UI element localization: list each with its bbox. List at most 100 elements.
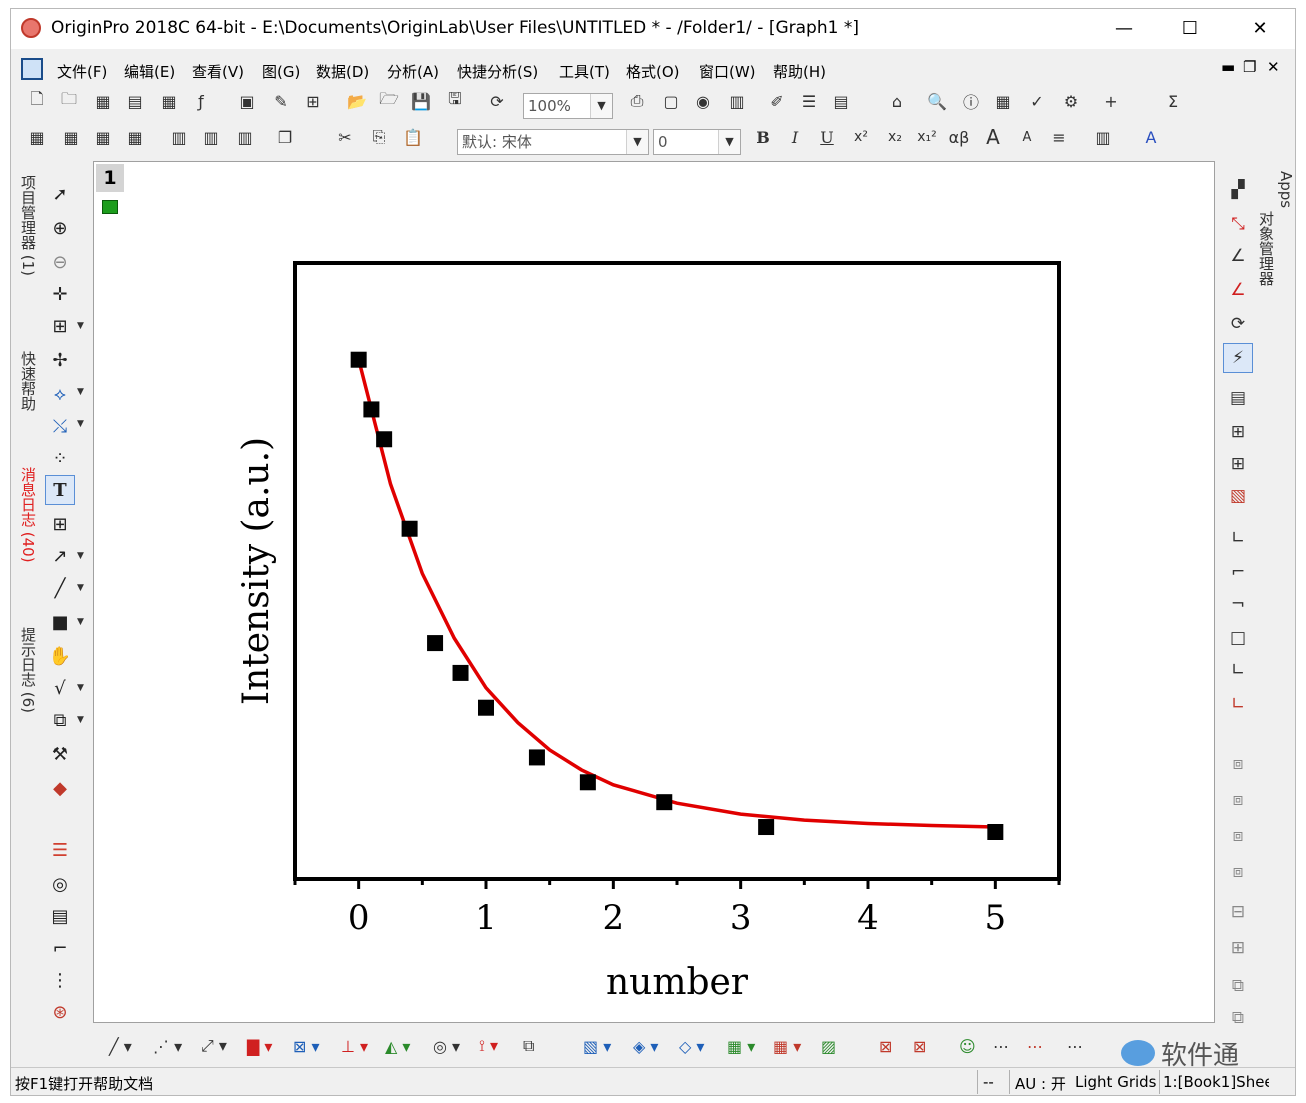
add-table-icon[interactable]: ⊞ (45, 509, 75, 539)
mdi-restore-button[interactable]: ❐ (1243, 58, 1256, 76)
italic-button[interactable]: I (783, 125, 807, 149)
menu-data[interactable]: 数据(D) (316, 61, 369, 82)
underline-button[interactable]: U (815, 125, 839, 149)
add-new-column-icon[interactable]: ▥ (167, 125, 191, 149)
menu-edit[interactable]: 编辑(E) (124, 61, 175, 82)
arrow-tool-icon[interactable]: ↗ (45, 541, 75, 571)
insert-inset-icon[interactable]: ⊞ (1223, 933, 1253, 963)
new-excel-icon[interactable]: ⊞ (301, 89, 325, 113)
menu-format[interactable]: 格式(O) (626, 61, 680, 82)
subscript-button[interactable]: x₂ (883, 125, 907, 149)
add-left-y-icon[interactable]: ⧈ (1223, 857, 1253, 887)
new-workbook-icon[interactable]: ▦ (91, 89, 115, 113)
mask-tool-icon[interactable]: ⊛ (45, 997, 75, 1027)
slideshow-icon[interactable]: ▢ (659, 89, 683, 113)
y-axis-label[interactable]: Intensity (a.u.) (236, 437, 277, 705)
menu-graph[interactable]: 图(G) (262, 61, 300, 82)
data-point[interactable] (656, 794, 673, 811)
chevron-down-icon[interactable]: ▼ (77, 387, 84, 397)
align-left-icon[interactable]: ≡ (1047, 125, 1071, 149)
sort-icon[interactable]: ▥ (233, 125, 257, 149)
data-reader-tool-icon[interactable]: ⟡ (45, 379, 75, 409)
data-point[interactable] (401, 520, 418, 537)
data-point[interactable] (987, 824, 1004, 840)
export-image-icon[interactable]: ◉ (691, 89, 715, 113)
data-points[interactable] (350, 351, 1004, 840)
rescale-y-icon[interactable]: ∠ (1223, 275, 1253, 305)
data-point[interactable] (350, 351, 367, 368)
tab-quick-help[interactable]: 快速帮助 (13, 345, 39, 417)
zoom-select[interactable]: 100% ▼ (523, 93, 613, 119)
data-point[interactable] (579, 774, 596, 791)
chevron-down-icon[interactable]: ▼ (77, 419, 84, 429)
tab-project-explorer[interactable]: 项目管理器 (1) (13, 169, 39, 282)
merge-icon[interactable]: ⊠ (879, 1033, 913, 1059)
circle-tool-icon[interactable]: ◎ (45, 869, 75, 899)
pattern-icon[interactable]: ▥ (1091, 125, 1115, 149)
menu-file[interactable]: 文件(F) (57, 61, 107, 82)
data-points-icon[interactable]: ⋮ (45, 965, 75, 995)
chevron-down-icon[interactable]: ▼ (77, 321, 84, 331)
line-symbol-plot-icon[interactable]: ⤢ ▾ (201, 1033, 235, 1059)
status-theme[interactable]: Light Grids (1075, 1073, 1157, 1091)
rescale-x-icon[interactable]: ∠ (1223, 241, 1253, 271)
pointer-icon[interactable]: ➚ (45, 179, 75, 209)
project-explorer-icon[interactable]: ⌂ (885, 89, 909, 113)
recalculate-icon[interactable]: ⟳ (485, 89, 509, 113)
rescale-icon[interactable]: ⚒ (45, 739, 75, 769)
independent-layer-icon[interactable]: ⧉ (1223, 1003, 1253, 1033)
axis-bottom-left-icon[interactable]: ∟ (1223, 523, 1253, 553)
statistics-icon[interactable]: ▥ (199, 125, 223, 149)
axis-box-icon[interactable]: □ (1223, 623, 1253, 653)
image-plot-icon[interactable]: ▨ (821, 1033, 855, 1059)
arrange-layers-icon[interactable]: ⊞ (1223, 449, 1253, 479)
graph-window[interactable]: 1 0 1 2 3 4 5 number Intensity (a.u.) (93, 161, 1215, 1023)
speed-mode-icon[interactable]: ⚡ (1223, 343, 1253, 373)
heatmap-icon[interactable]: ▦ ▾ (773, 1033, 807, 1059)
area-plot-icon[interactable]: ◭ ▾ (385, 1033, 419, 1059)
supsub-button[interactable]: x₁² (915, 125, 939, 149)
refresh-plot-icon[interactable]: ⟳ (1223, 309, 1253, 339)
font-size-select[interactable]: 0 ▼ (653, 129, 741, 155)
region-select-icon[interactable]: ⊞ (45, 311, 75, 341)
layout-grid-icon[interactable]: ▤ (1223, 383, 1253, 413)
text-tool-icon[interactable]: T (45, 475, 75, 505)
3d-bars-icon[interactable]: ▧ ▾ (583, 1033, 617, 1059)
data-point[interactable] (427, 635, 444, 652)
menu-quick-analysis[interactable]: 快捷分析(S) (457, 61, 538, 82)
chevron-down-icon[interactable]: ▼ (77, 683, 84, 693)
axis-right-icon[interactable]: ¬ (1223, 589, 1253, 619)
maximize-button[interactable]: ☐ (1155, 9, 1225, 49)
tab-object-manager[interactable]: 对象管理器 (1256, 207, 1277, 290)
clear-worksheet-icon[interactable]: ▦ (123, 125, 147, 149)
data-point[interactable] (478, 699, 494, 716)
open-template-icon[interactable]: 🗁 (377, 89, 401, 113)
contour-plot-icon[interactable]: ▦ ▾ (727, 1033, 761, 1059)
set-column-values-icon[interactable]: ▦ (59, 125, 83, 149)
new-notes-icon[interactable]: ✎ (269, 89, 293, 113)
axis-top-left-icon[interactable]: ⌐ (1223, 557, 1253, 587)
sum-icon[interactable]: Σ (1161, 89, 1185, 113)
data-point[interactable] (452, 664, 469, 681)
data-selector-icon[interactable]: ⤯ (45, 411, 75, 441)
worksheet-script-icon[interactable]: ▦ (991, 89, 1015, 113)
polar-plot-icon[interactable]: ◎ ▾ (433, 1033, 467, 1059)
row-numbers-icon[interactable]: ▦ (91, 125, 115, 149)
new-layout-icon[interactable]: ▣ (235, 89, 259, 113)
animation-icon[interactable]: ▥ (725, 89, 749, 113)
column-plot-icon[interactable]: ▇ ▾ (247, 1033, 281, 1059)
add-right-y-icon[interactable]: ⧈ (1223, 821, 1253, 851)
tab-hint-log[interactable]: 提示日志 (6) (13, 621, 39, 719)
chevron-down-icon[interactable]: ▼ (77, 551, 84, 561)
color-map-icon[interactable]: ▧ (1223, 481, 1253, 511)
data-point[interactable] (758, 819, 775, 836)
error-bar-icon[interactable]: ⊥ ▾ (341, 1033, 375, 1059)
bold-button[interactable]: B (751, 125, 775, 149)
chart-svg[interactable]: 0 1 2 3 4 5 number Intensity (a.u.) (94, 162, 1214, 1022)
layer-icon[interactable]: ▤ (45, 901, 75, 931)
candlestick-icon[interactable]: ⟟ ▾ (479, 1033, 513, 1059)
menu-view[interactable]: 查看(V) (192, 61, 244, 82)
data-point[interactable] (363, 401, 380, 418)
save-template-icon[interactable]: 🖫 (443, 89, 467, 113)
line-tool-icon[interactable]: ╱ (45, 573, 75, 603)
